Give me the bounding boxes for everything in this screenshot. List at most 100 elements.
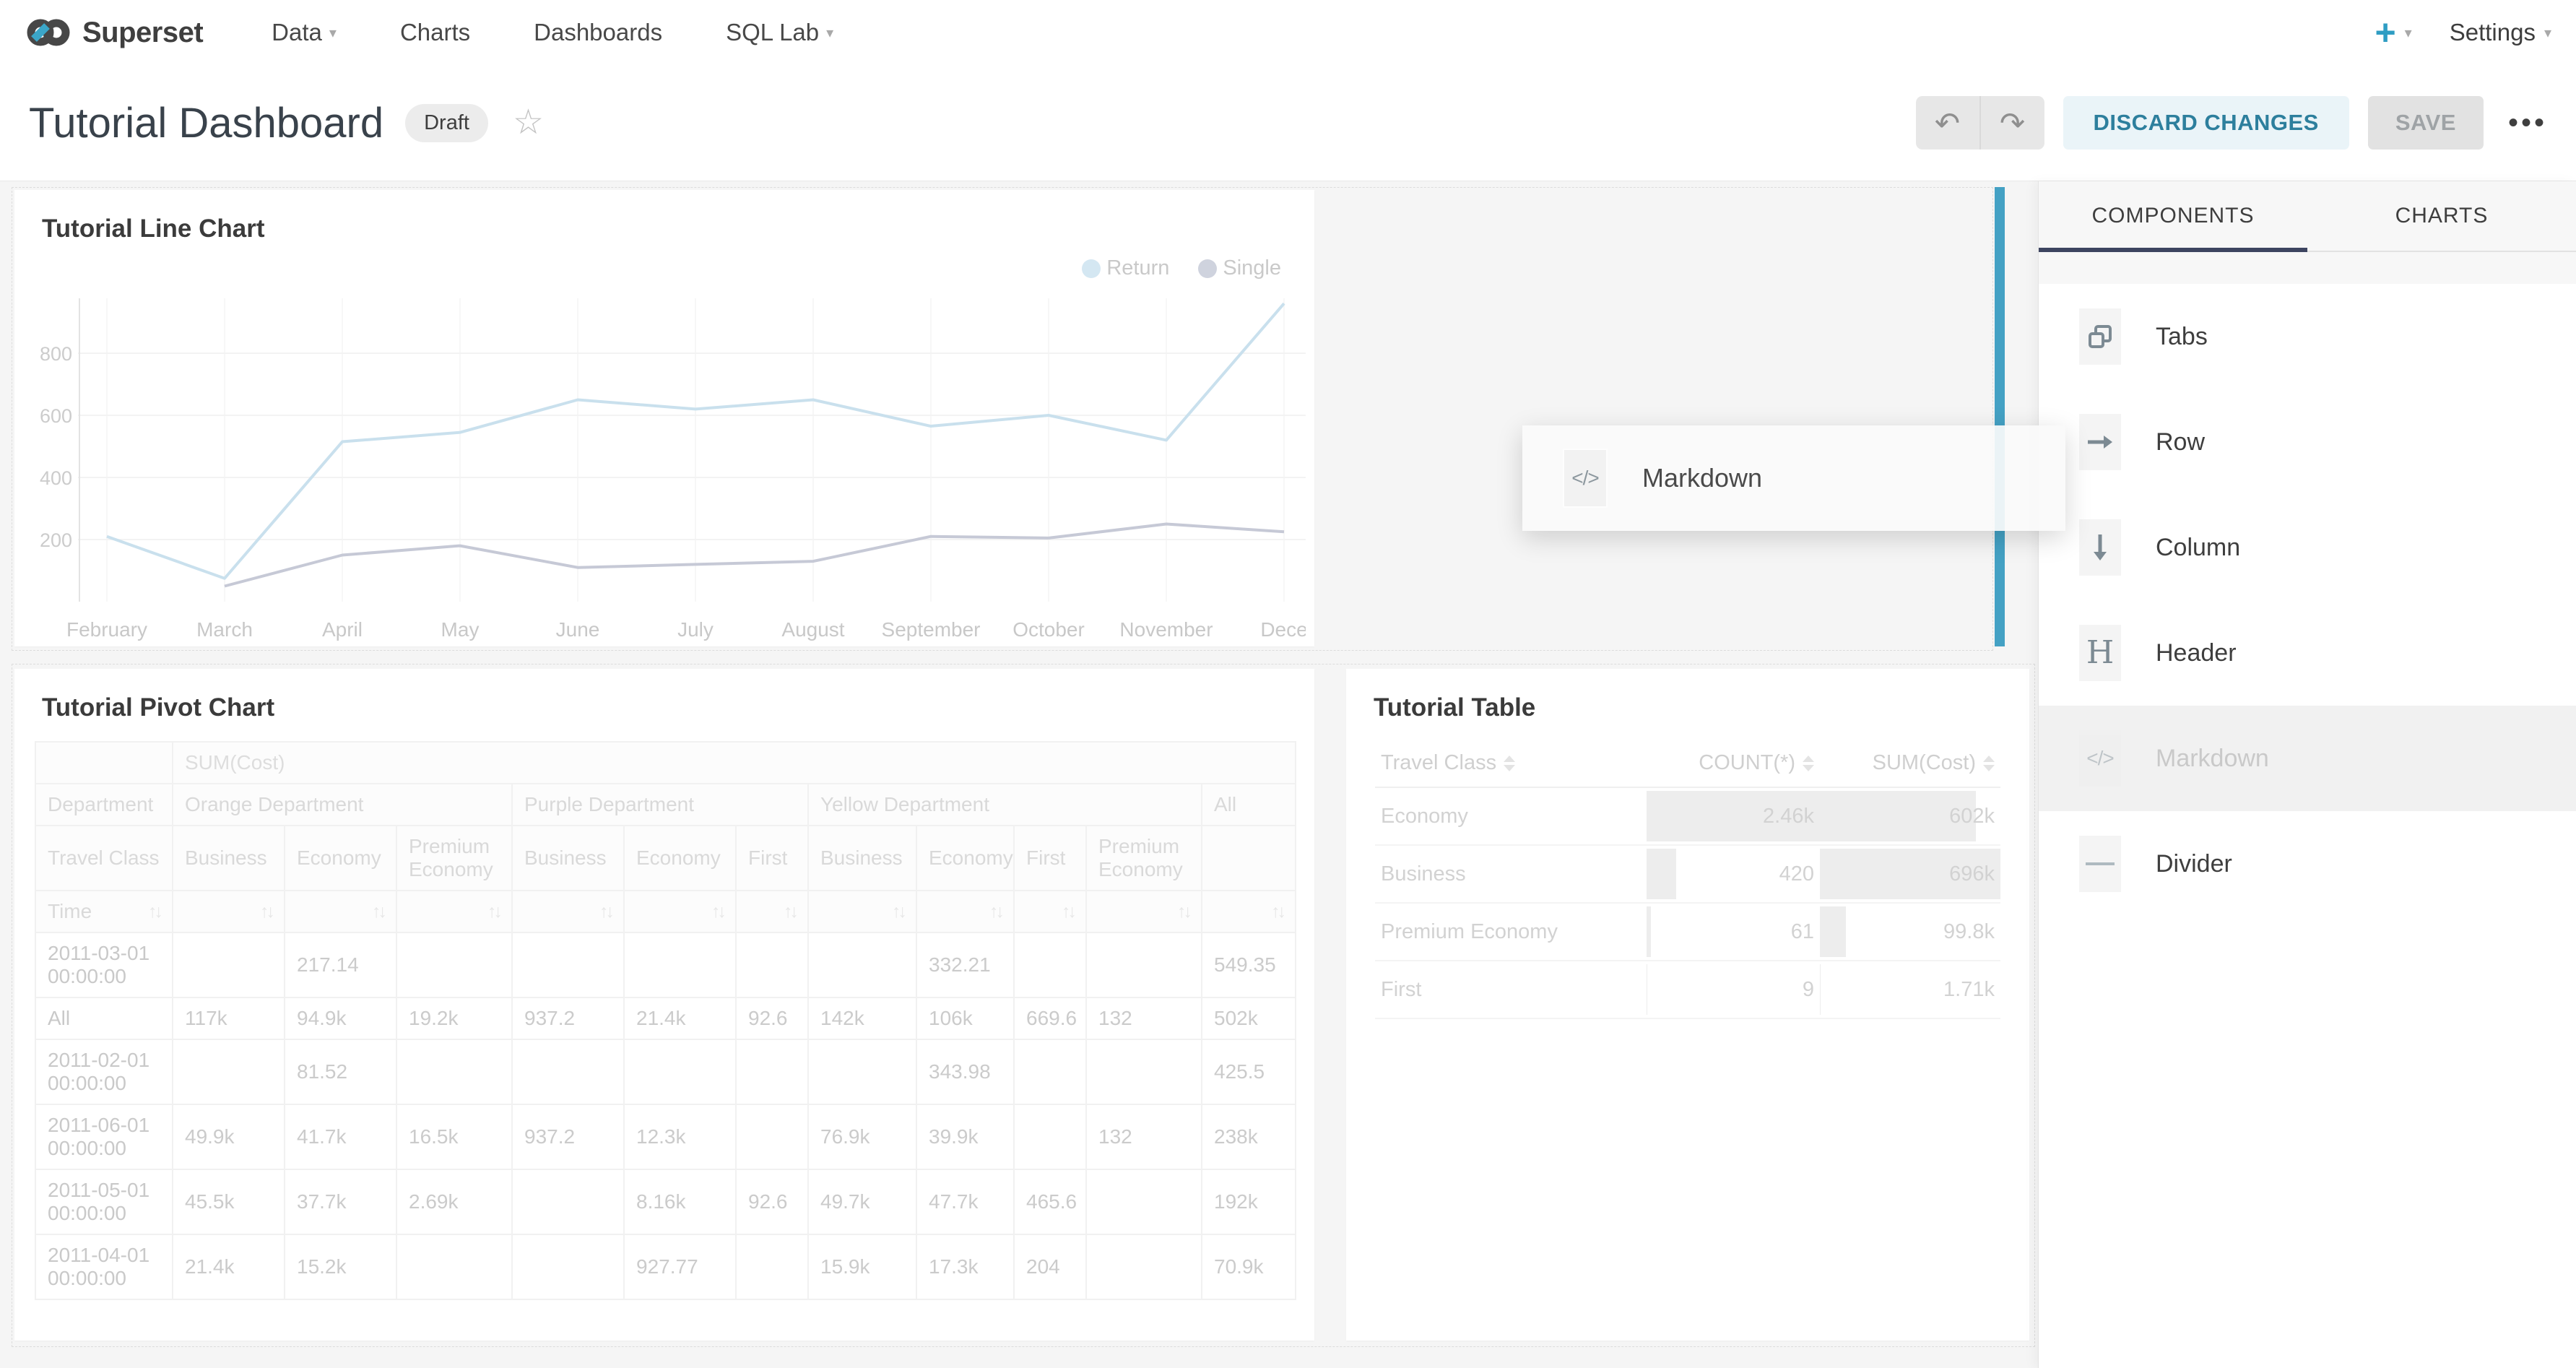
sort-icon[interactable]: ↑↓ [1271, 901, 1283, 922]
markdown-drag-preview[interactable]: </> Markdown [1522, 425, 2065, 531]
svg-text:200: 200 [40, 529, 72, 551]
sort-icon[interactable]: ↑↓ [372, 901, 384, 922]
sort-icon[interactable]: ↑↓ [989, 901, 1002, 922]
pivot-class-header: First [1014, 826, 1086, 891]
pivot-chart-card[interactable]: Tutorial Pivot Chart SUM(Cost)Department… [14, 669, 1314, 1341]
component-item-header[interactable]: H Header [2039, 600, 2576, 706]
pivot-value-cell: 332.21 [916, 932, 1014, 997]
superset-logo[interactable]: Superset [25, 15, 203, 50]
pivot-value-cell: 502k [1202, 997, 1296, 1039]
x-tick-label: Dece [1260, 618, 1306, 641]
sort-icon[interactable]: ↑↓ [711, 901, 724, 922]
pivot-row-header: 2011-06-01 00:00:00 [35, 1104, 173, 1169]
settings-menu[interactable]: Settings ▾ [2450, 19, 2551, 46]
tab-components[interactable]: COMPONENTS [2039, 181, 2307, 251]
pivot-sort-header[interactable]: ↑↓ [285, 891, 396, 932]
pivot-value-cell [512, 932, 624, 997]
divider-icon [2079, 836, 2121, 892]
discard-changes-button[interactable]: DISCARD CHANGES [2063, 96, 2349, 150]
pivot-sort-header[interactable]: ↑↓ [1086, 891, 1202, 932]
markdown-icon: </> [2079, 730, 2121, 787]
pivot-sort-header[interactable]: ↑↓ [396, 891, 512, 932]
sort-icon[interactable]: ↑↓ [1062, 901, 1074, 922]
component-item-row[interactable]: Row [2039, 389, 2576, 495]
pivot-sort-header[interactable]: ↑↓ [624, 891, 736, 932]
table-cell-sum: 1.71k [1820, 961, 2000, 1018]
data-table-card[interactable]: Tutorial Table Travel ClassCOUNT(*)SUM(C… [1346, 669, 2029, 1341]
pivot-value-cell: 21.4k [624, 997, 736, 1039]
table-column-header[interactable]: SUM(Cost) [1820, 740, 2000, 787]
pivot-value-cell [396, 1039, 512, 1104]
more-options-button[interactable]: ••• [2508, 107, 2547, 139]
x-tick-label: September [882, 618, 981, 641]
component-item-tabs[interactable]: Tabs [2039, 284, 2576, 389]
pivot-value-cell: 937.2 [512, 997, 624, 1039]
pivot-value-cell [396, 1234, 512, 1299]
sort-icon[interactable]: ↑↓ [148, 901, 160, 922]
table-column-header[interactable]: COUNT(*) [1647, 740, 1820, 787]
new-item-button[interactable]: + ▾ [2375, 18, 2411, 47]
table-cell-sum: 602k [1820, 787, 2000, 845]
tab-charts[interactable]: CHARTS [2307, 181, 2576, 251]
component-item-markdown[interactable]: </> Markdown [2039, 706, 2576, 811]
sort-icon[interactable]: ↑↓ [892, 901, 904, 922]
pivot-sort-header[interactable]: ↑↓ [1014, 891, 1086, 932]
pivot-value-cell: 92.6 [736, 997, 808, 1039]
pivot-sort-header[interactable]: ↑↓ [916, 891, 1014, 932]
pivot-value-cell: 39.9k [916, 1104, 1014, 1169]
pivot-row: 2011-06-01 00:00:0049.9k41.7k16.5k937.21… [35, 1104, 1296, 1169]
component-label: Column [2156, 534, 2240, 562]
pivot-value-cell: 49.7k [808, 1169, 916, 1234]
nav-item-charts[interactable]: Charts [400, 19, 470, 46]
top-nav: Superset Data▾ Charts Dashboards SQL Lab… [0, 0, 2576, 65]
component-item-column[interactable]: Column [2039, 495, 2576, 600]
favorite-star-icon[interactable]: ☆ [513, 105, 544, 140]
column-icon [2079, 519, 2121, 576]
line-chart-card[interactable]: Tutorial Line Chart ReturnSingle 2004006… [14, 190, 1314, 646]
page-title[interactable]: Tutorial Dashboard [29, 99, 383, 147]
sort-icon[interactable]: ↑↓ [784, 901, 796, 922]
drag-preview-label: Markdown [1642, 463, 1762, 493]
sort-icon[interactable]: ↑↓ [599, 901, 612, 922]
sort-icon[interactable] [1504, 756, 1515, 771]
pivot-value-cell: 16.5k [396, 1104, 512, 1169]
sort-icon[interactable] [1983, 756, 1995, 771]
legend-dot-icon [1198, 259, 1217, 278]
sort-icon[interactable] [1803, 756, 1814, 771]
legend-item-return[interactable]: Return [1082, 256, 1169, 280]
save-button[interactable]: SAVE [2368, 96, 2484, 150]
sort-icon[interactable]: ↑↓ [260, 901, 272, 922]
x-tick-label: July [677, 618, 714, 641]
table-cell-travel-class: Economy [1375, 787, 1647, 845]
legend-item-single[interactable]: Single [1198, 256, 1281, 280]
nav-item-sql-lab[interactable]: SQL Lab▾ [726, 19, 833, 46]
sort-icon[interactable]: ↑↓ [1177, 901, 1189, 922]
redo-button[interactable]: ↷ [1979, 96, 2044, 150]
svg-text:400: 400 [40, 467, 72, 489]
pivot-value-cell [736, 1104, 808, 1169]
cell-bar [1820, 964, 1821, 1015]
undo-button[interactable]: ↶ [1916, 96, 1979, 150]
nav-item-data[interactable]: Data▾ [272, 19, 337, 46]
pivot-sort-header[interactable]: ↑↓ [736, 891, 808, 932]
table-column-header[interactable]: Travel Class [1375, 740, 1647, 787]
pivot-value-cell: 70.9k [1202, 1234, 1296, 1299]
pivot-sort-header[interactable]: ↑↓ [1202, 891, 1296, 932]
pivot-value-cell [1086, 932, 1202, 997]
pivot-time-sort-header[interactable]: Time↑↓ [35, 891, 173, 932]
x-tick-label: August [781, 618, 844, 641]
sort-icon[interactable]: ↑↓ [487, 901, 500, 922]
component-item-divider[interactable]: Divider [2039, 811, 2576, 917]
nav-item-dashboards[interactable]: Dashboards [534, 19, 662, 46]
pivot-value-cell [173, 932, 285, 997]
pivot-metric-header: SUM(Cost) [173, 742, 1296, 784]
pivot-sort-header[interactable]: ↑↓ [173, 891, 285, 932]
pivot-row: 2011-05-01 00:00:0045.5k37.7k2.69k8.16k9… [35, 1169, 1296, 1234]
drop-target-indicator [1995, 187, 2005, 646]
pivot-value-cell [736, 932, 808, 997]
pivot-value-cell: 937.2 [512, 1104, 624, 1169]
pivot-sort-header[interactable]: ↑↓ [512, 891, 624, 932]
pivot-sort-header[interactable]: ↑↓ [808, 891, 916, 932]
chevron-down-icon: ▾ [2544, 24, 2551, 42]
pivot-class-header [1202, 826, 1296, 891]
